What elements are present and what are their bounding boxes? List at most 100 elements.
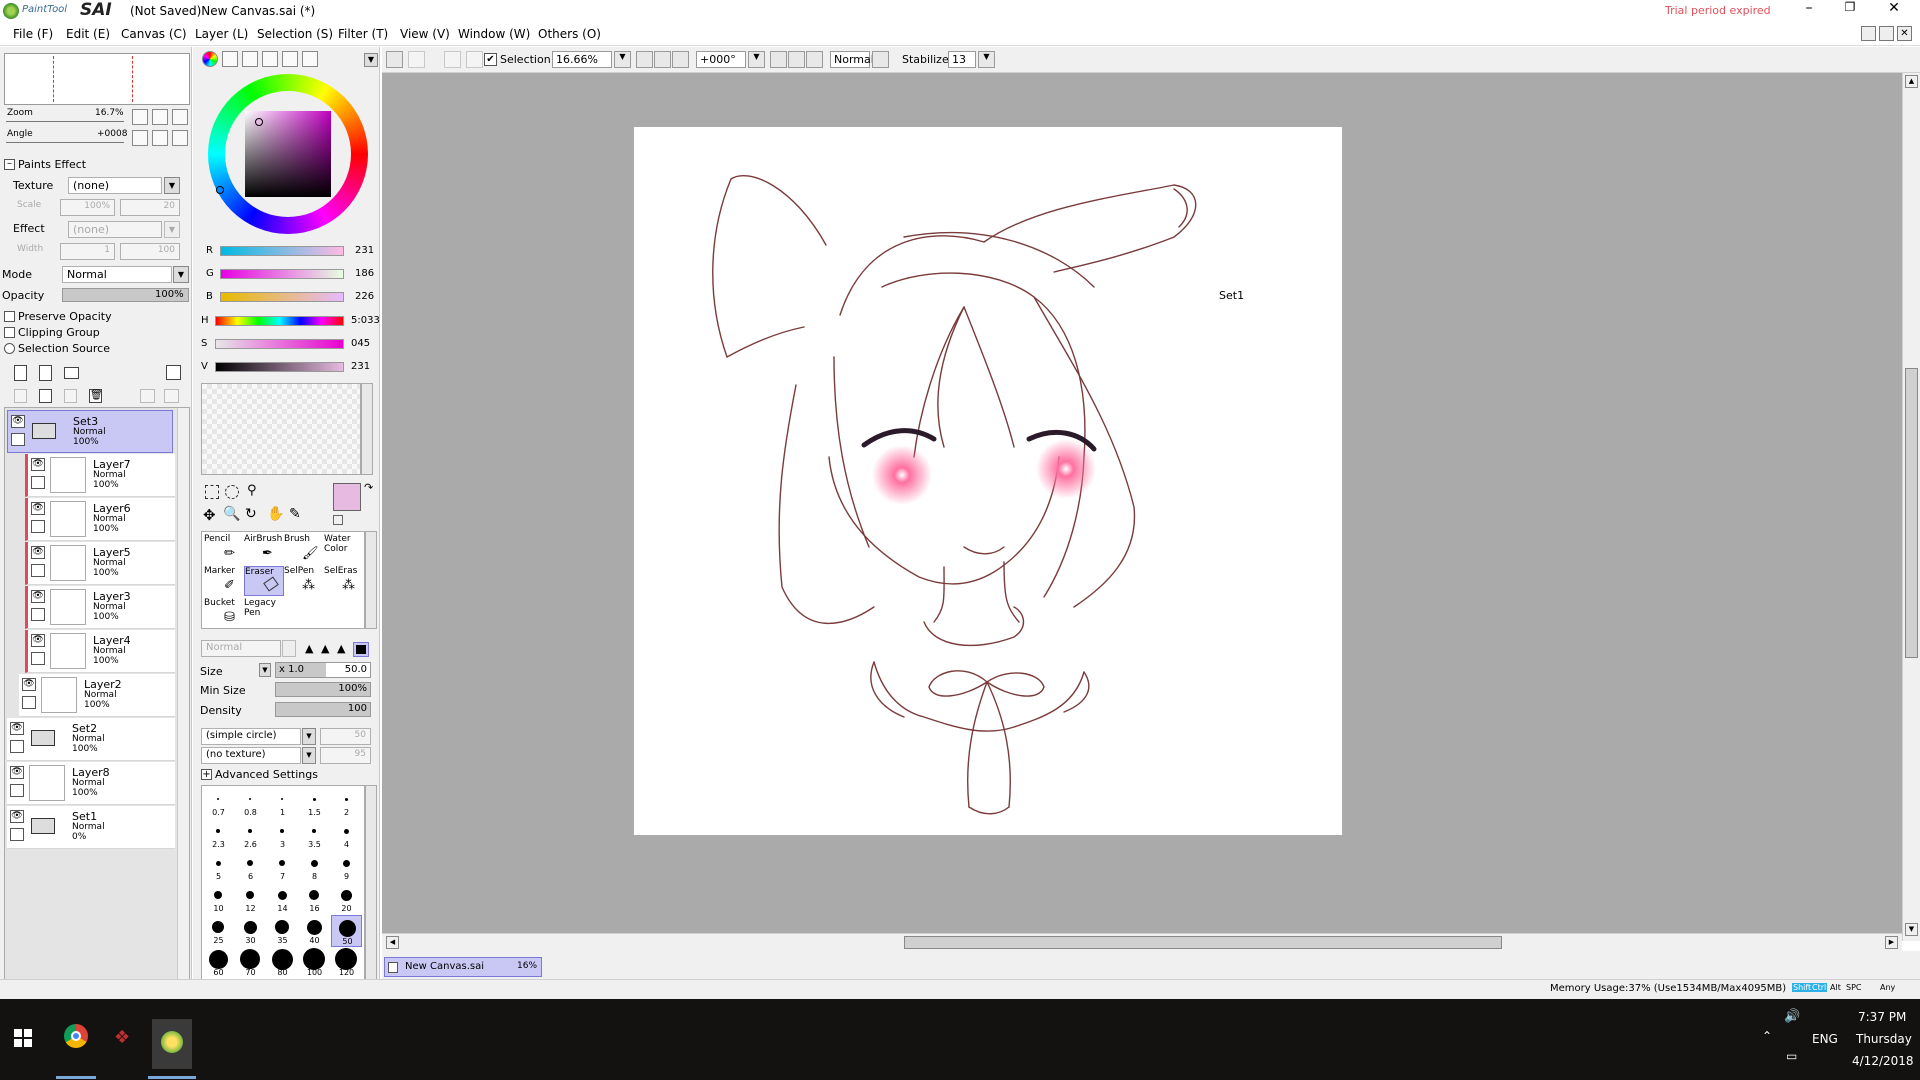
brush-size-cell[interactable]: 50: [331, 915, 362, 947]
mode-select[interactable]: Normal: [62, 266, 172, 283]
blend-mode-select[interactable]: Normal: [830, 51, 874, 68]
brush-size-cell[interactable]: 14: [267, 883, 298, 915]
layer-visibility-icon[interactable]: 👁: [10, 810, 24, 823]
nav-rotate-right-icon[interactable]: [152, 130, 168, 146]
rotate-right-button[interactable]: [788, 51, 805, 68]
clipping-group-checkbox[interactable]: [4, 327, 15, 338]
zoom-tool-icon[interactable]: 🔍: [223, 506, 240, 522]
rotate-tool-icon[interactable]: ↻: [245, 506, 257, 522]
transparent-color-icon[interactable]: [333, 515, 343, 525]
b-slider[interactable]: [220, 292, 344, 302]
brush-shape-square-icon[interactable]: [353, 642, 369, 657]
advanced-expand-icon[interactable]: +: [201, 769, 212, 780]
clock-day[interactable]: Thursday: [1856, 1032, 1912, 1046]
nav-rotate-left-icon[interactable]: [132, 130, 148, 146]
menu-others[interactable]: Others (O): [538, 27, 601, 41]
layer-edit-icon[interactable]: [10, 784, 24, 797]
navigator-preview[interactable]: [4, 53, 190, 105]
layer-edit-icon[interactable]: [31, 608, 45, 621]
texture-dropdown-icon[interactable]: ▼: [164, 177, 180, 194]
canvas-paper[interactable]: Set1: [634, 127, 1342, 835]
brush-size-cell[interactable]: 3.5: [299, 819, 330, 851]
brush-size-cell[interactable]: 1: [267, 787, 298, 819]
brush-size-cell[interactable]: 120: [331, 947, 362, 979]
move-icon[interactable]: ✥: [203, 506, 216, 524]
brush-shape-flat-icon[interactable]: ▲: [337, 642, 351, 655]
color-wheel[interactable]: [208, 74, 368, 234]
layer-visibility-icon[interactable]: 👁: [31, 502, 45, 515]
delete-mask-icon[interactable]: [164, 389, 179, 403]
menu-file[interactable]: File (F): [13, 27, 53, 41]
layer-edit-icon[interactable]: [31, 652, 45, 665]
layer-edit-icon[interactable]: [10, 828, 24, 841]
layer-visibility-icon[interactable]: 👁: [11, 415, 25, 428]
brush-mode-select[interactable]: Normal: [201, 640, 281, 657]
menu-layer[interactable]: Layer (L): [195, 27, 248, 41]
layer-visibility-icon[interactable]: 👁: [10, 722, 24, 735]
hand-icon[interactable]: ✋: [267, 506, 284, 522]
merge-layer-icon[interactable]: [39, 389, 52, 403]
layer-item-layer6[interactable]: 👁 Layer6 Normal 100%: [25, 498, 175, 541]
layer-item-layer8[interactable]: 👁 Layer8 Normal 100%: [7, 762, 175, 805]
layer-edit-icon[interactable]: [31, 476, 45, 489]
brush-texture-select[interactable]: (no texture): [201, 747, 301, 764]
rotate-left-button[interactable]: [770, 51, 787, 68]
nav-rotate-reset-icon[interactable]: [172, 130, 188, 146]
brush-size-cell[interactable]: 2.6: [235, 819, 266, 851]
canvas-tab[interactable]: New Canvas.sai 16%: [384, 957, 542, 977]
show-hidden-icons[interactable]: ⌃: [1762, 1029, 1772, 1043]
navigator-zoom-slider[interactable]: [6, 119, 124, 122]
deselect-button[interactable]: [444, 51, 461, 68]
swap-colors-icon[interactable]: ↷: [364, 481, 373, 494]
layer-item-layer4[interactable]: 👁 Layer4 Normal 100%: [25, 630, 175, 673]
angle-dropdown-button[interactable]: ▼: [748, 51, 765, 68]
restore-button[interactable]: ❐: [1838, 0, 1862, 20]
brush-size-cell[interactable]: 3: [267, 819, 298, 851]
new-folder-icon[interactable]: [64, 367, 79, 379]
vertical-scroll-thumb[interactable]: [1905, 368, 1918, 658]
swatch-mode-icon[interactable]: [262, 51, 278, 67]
brush-size-cell[interactable]: 25: [203, 915, 234, 947]
layer-edit-icon[interactable]: [31, 564, 45, 577]
invert-selection-button[interactable]: [466, 51, 483, 68]
paints-effect-collapse-icon[interactable]: –: [4, 159, 15, 170]
new-linework-layer-icon[interactable]: [39, 365, 52, 381]
zoom-in-button[interactable]: [654, 51, 671, 68]
zoom-reset-button[interactable]: [672, 51, 689, 68]
layer-item-set3[interactable]: 👁 Set3 Normal 100%: [7, 410, 173, 453]
tool-pencil[interactable]: Pencil ✏: [204, 534, 244, 564]
zoom-input[interactable]: 16.66%: [552, 51, 612, 68]
layer-edit-icon[interactable]: [11, 433, 25, 446]
volume-icon[interactable]: 🔊: [1784, 1009, 1800, 1024]
layer-item-layer5[interactable]: 👁 Layer5 Normal 100%: [25, 542, 175, 585]
layer-item-layer2[interactable]: 👁 Layer2 Normal 100%: [19, 674, 175, 717]
sai-taskbar-icon[interactable]: [152, 1019, 192, 1069]
advanced-settings-label[interactable]: Advanced Settings: [215, 768, 318, 781]
v-slider[interactable]: [215, 362, 344, 372]
effect-dropdown-icon[interactable]: ▼: [164, 221, 180, 238]
brush-size-cell[interactable]: 20: [331, 883, 362, 915]
layer-item-layer7[interactable]: 👁 Layer7 Normal 100%: [25, 454, 175, 497]
brush-size-cell[interactable]: 6: [235, 851, 266, 883]
layers-scrollbar[interactable]: [177, 408, 189, 1019]
network-icon[interactable]: ▭: [1786, 1049, 1797, 1063]
angle-input[interactable]: +000°: [696, 51, 746, 68]
brush-shape-dropdown-icon[interactable]: ▼: [302, 728, 316, 745]
menu-selection[interactable]: Selection (S): [257, 27, 333, 41]
menu-edit[interactable]: Edit (E): [66, 27, 110, 41]
brush-size-cell[interactable]: 70: [235, 947, 266, 979]
zoom-dropdown-button[interactable]: ▼: [614, 51, 631, 68]
zoom-out-button[interactable]: [636, 51, 653, 68]
language-indicator[interactable]: ENG: [1812, 1032, 1838, 1046]
delete-layer-icon[interactable]: 🗑: [89, 389, 103, 403]
scratch-pad-scrollbar[interactable]: [361, 383, 373, 475]
nav-zoom-reset-icon[interactable]: [172, 109, 188, 125]
tool-legacy-pen[interactable]: Legacy Pen: [244, 598, 284, 628]
s-slider[interactable]: [215, 339, 344, 349]
tool-selpen[interactable]: SelPen ⁂: [284, 566, 324, 596]
scroll-up-arrow-icon[interactable]: ▲: [1905, 75, 1918, 88]
size-dropdown-icon[interactable]: ▼: [259, 663, 271, 677]
undo-button[interactable]: [386, 51, 403, 68]
tool-airbrush[interactable]: AirBrush ✒: [244, 534, 284, 564]
brush-size-cell[interactable]: 30: [235, 915, 266, 947]
